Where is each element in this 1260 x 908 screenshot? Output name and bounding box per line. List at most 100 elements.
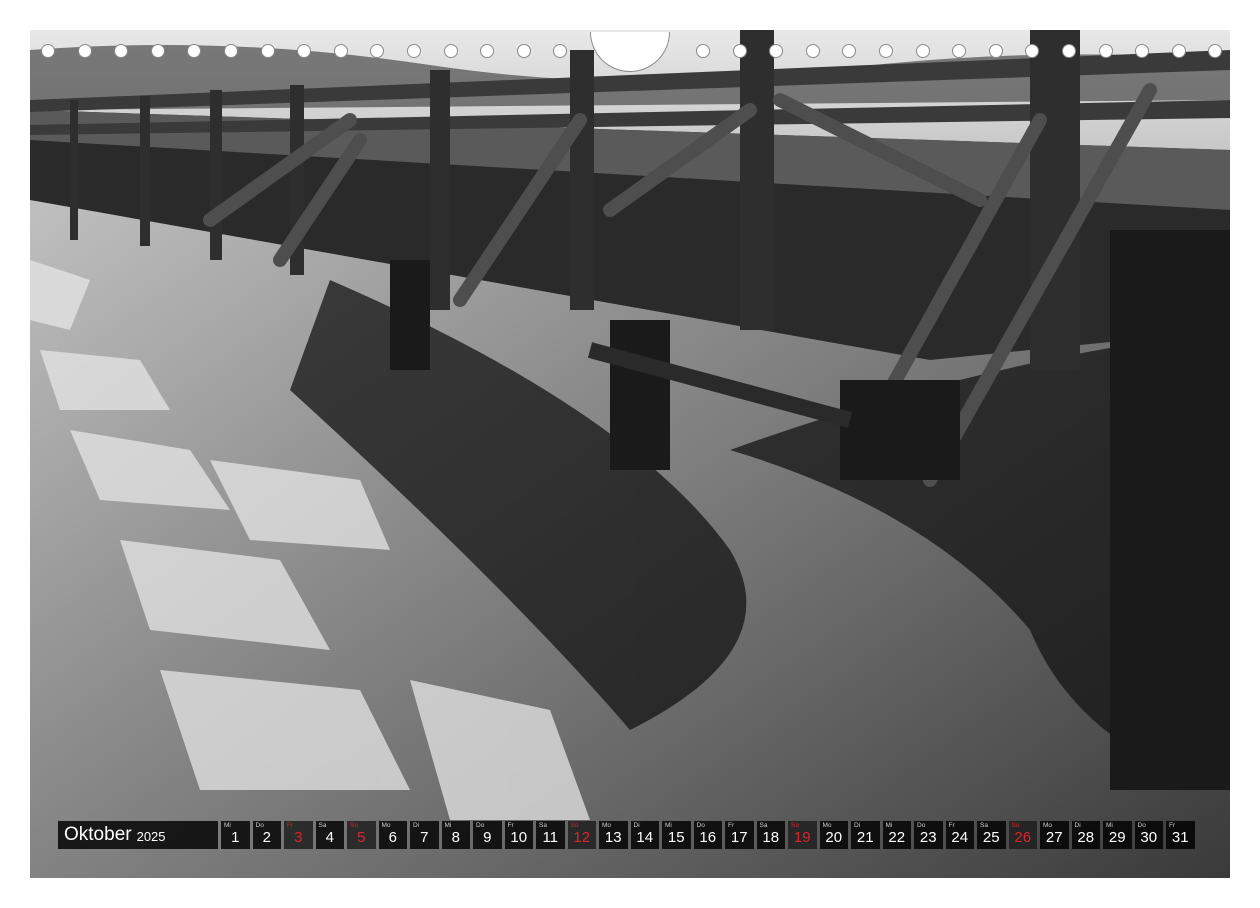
day-number: 5 <box>357 829 366 846</box>
day-number: 21 <box>856 829 874 846</box>
binding-hole <box>1171 44 1186 58</box>
day-number: 11 <box>542 829 559 846</box>
binding-hole <box>187 44 202 58</box>
day-number: 28 <box>1077 829 1095 846</box>
day-number: 1 <box>231 829 240 846</box>
day-number: 20 <box>825 829 843 846</box>
binding-hole <box>297 44 312 58</box>
month-name: Oktober <box>64 824 132 845</box>
calendar-day: Mi 8 <box>441 821 470 849</box>
calendar-day: Do 30 <box>1134 821 1163 849</box>
binding-hole <box>1025 44 1040 58</box>
binding-hole <box>952 44 967 58</box>
binding-hole <box>77 44 92 58</box>
binding-hole <box>224 44 238 58</box>
calendar-day: Fr 3 <box>284 821 313 849</box>
binding-hole <box>805 44 820 58</box>
calendar-day: Di 7 <box>410 821 439 849</box>
binding-hole <box>443 44 458 58</box>
day-number: 2 <box>262 829 271 846</box>
calendar-day: Sa 18 <box>756 821 785 849</box>
calendar-day: So 5 <box>347 821 376 849</box>
day-number: 3 <box>294 829 303 846</box>
weekday-label: So <box>1011 822 1020 829</box>
calendar-day: Mo 27 <box>1040 821 1069 849</box>
calendar-day: Mo 6 <box>378 821 407 849</box>
day-number: 26 <box>1014 829 1032 846</box>
calendar-day: Fr 31 <box>1166 821 1195 849</box>
weekday-label: Fr <box>1169 822 1176 829</box>
weekday-label: Di <box>413 822 420 829</box>
calendar-day: Di 14 <box>630 821 659 849</box>
day-number: 4 <box>325 829 334 846</box>
weekday-label: Mo <box>602 822 612 829</box>
weekday-label: So <box>791 822 799 829</box>
weekday-label: Di <box>854 822 861 829</box>
day-number: 6 <box>388 829 397 846</box>
calendar-day: Mo 20 <box>819 821 848 849</box>
binding-hole <box>41 44 55 58</box>
weekday-label: Di <box>1074 822 1081 829</box>
weekday-label: Mo <box>381 822 391 829</box>
weekday-label: Mo <box>822 822 832 829</box>
weekday-label: Do <box>476 822 485 829</box>
binding-hole <box>260 44 275 58</box>
weekday-label: Sa <box>980 822 988 829</box>
weekday-label: Fr <box>948 822 955 829</box>
binding-hole <box>915 44 930 58</box>
calendar-day: Do 9 <box>473 821 502 849</box>
calendar-day: Sa 4 <box>315 821 344 849</box>
day-number: 10 <box>510 829 528 846</box>
weekday-label: Mo <box>1043 822 1053 829</box>
bridge-photo-illustration <box>30 30 1230 878</box>
weekday-label: Fr <box>728 822 735 829</box>
calendar-day: Fr 24 <box>945 821 974 849</box>
calendar-day: Do 16 <box>693 821 722 849</box>
day-number: 24 <box>951 829 969 846</box>
day-number: 7 <box>420 829 429 846</box>
day-number: 17 <box>730 829 748 846</box>
day-number: 27 <box>1045 829 1063 846</box>
day-number: 15 <box>667 829 685 846</box>
weekday-label: Do <box>1137 822 1146 829</box>
binding-hole <box>370 44 385 58</box>
calendar-day: So 26 <box>1008 821 1037 849</box>
weekday-label: Do <box>917 822 926 829</box>
calendar-day: Fr 17 <box>725 821 754 849</box>
weekday-label: Fr <box>507 822 514 829</box>
day-number: 22 <box>888 829 906 846</box>
calendar-day: Do 2 <box>252 821 281 849</box>
day-number: 16 <box>699 829 717 846</box>
binding-hole <box>1208 44 1223 58</box>
calendar-page: Oktober 2025 Mi 1 Do 2 Fr 3 Sa 4 So 5 Mo 6 Di 7 Mi 8 Do 9… <box>0 0 1260 908</box>
calendar-day: So 19 <box>788 821 817 849</box>
binding-hole <box>407 44 421 58</box>
day-number: 23 <box>919 829 937 846</box>
calendar-day: Di 28 <box>1071 821 1100 849</box>
calendar-day: Do 23 <box>914 821 943 849</box>
weekday-label: Mi <box>885 822 893 829</box>
binding-hole <box>516 44 531 58</box>
day-number: 13 <box>604 829 622 846</box>
binding-hole <box>988 44 1003 58</box>
calendar-day: Mi 22 <box>882 821 911 849</box>
binding-hole <box>333 44 348 58</box>
binding-hole <box>114 44 129 58</box>
day-number: 19 <box>793 829 811 846</box>
weekday-label: So <box>570 822 579 829</box>
calendar-day: Mi 1 <box>221 821 250 849</box>
binding-hole <box>553 44 568 58</box>
month-label: Oktober 2025 <box>58 821 218 849</box>
binding-hole <box>480 44 495 58</box>
day-number: 29 <box>1108 829 1126 846</box>
weekday-label: Sa <box>318 822 327 829</box>
weekday-label: Do <box>696 822 705 829</box>
binding-hole <box>1135 44 1150 58</box>
calendar-day: Fr 10 <box>504 821 533 849</box>
binding-hole <box>1098 44 1113 58</box>
calendar-day: Mo 13 <box>599 821 628 849</box>
day-number: 25 <box>982 829 1000 846</box>
weekday-label: Sa <box>759 822 768 829</box>
day-number: 9 <box>483 829 492 846</box>
binding-hole <box>769 44 784 58</box>
